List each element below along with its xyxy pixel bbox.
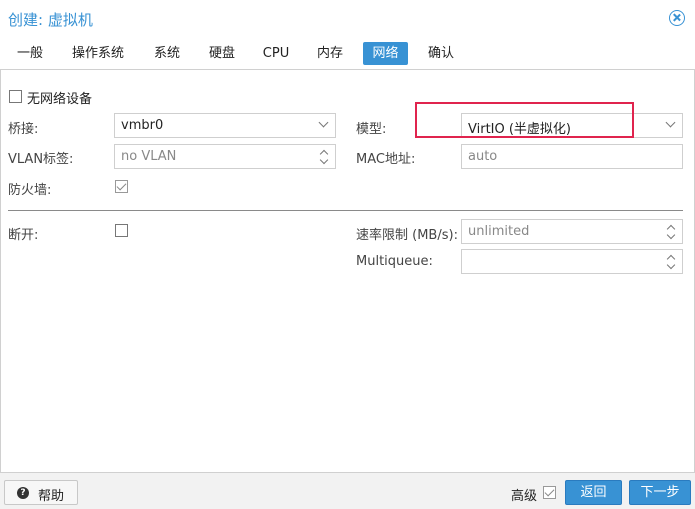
- tab-disk[interactable]: 硬盘: [201, 42, 243, 65]
- section-divider: [8, 210, 683, 211]
- rate-limit-label: 速率限制 (MB/s):: [356, 228, 458, 243]
- advanced-checkbox[interactable]: [543, 486, 556, 499]
- tab-os[interactable]: 操作系统: [64, 42, 132, 65]
- disconnect-label: 断开:: [8, 228, 39, 243]
- mac-label: MAC地址:: [356, 152, 416, 167]
- firewall-checkbox[interactable]: [115, 180, 128, 193]
- footer-bar: ? 帮助 高级 返回 下一步: [0, 472, 695, 509]
- rate-limit-value: unlimited: [468, 224, 530, 239]
- mac-value: auto: [468, 149, 498, 164]
- multiqueue-label: Multiqueue:: [356, 254, 433, 269]
- tab-general[interactable]: 一般: [10, 42, 50, 65]
- no-network-label: 无网络设备: [27, 92, 93, 107]
- bridge-value: vmbr0: [121, 118, 164, 133]
- model-label: 模型:: [356, 122, 387, 137]
- back-button[interactable]: 返回: [565, 480, 622, 505]
- tab-memory[interactable]: 内存: [309, 42, 351, 65]
- tab-confirm[interactable]: 确认: [420, 42, 462, 65]
- spinner-icon[interactable]: [666, 223, 676, 241]
- question-circle-icon: ?: [17, 487, 29, 499]
- next-button[interactable]: 下一步: [629, 480, 691, 505]
- window-title: 创建: 虚拟机: [8, 11, 93, 29]
- rate-limit-input[interactable]: unlimited: [461, 219, 683, 244]
- model-highlight-box: [415, 102, 634, 138]
- disconnect-checkbox[interactable]: [115, 224, 128, 237]
- close-icon[interactable]: [669, 10, 685, 26]
- vlan-input[interactable]: no VLAN: [114, 144, 336, 169]
- tab-system[interactable]: 系统: [146, 42, 188, 65]
- vlan-label: VLAN标签:: [8, 152, 74, 167]
- spinner-icon[interactable]: [666, 253, 676, 271]
- vlan-value: no VLAN: [121, 149, 177, 164]
- help-button[interactable]: ? 帮助: [4, 480, 78, 505]
- title-bar: 创建: 虚拟机: [0, 0, 695, 36]
- bridge-label: 桥接:: [8, 122, 39, 137]
- chevron-down-icon: [318, 117, 329, 128]
- tab-cpu[interactable]: CPU: [256, 42, 296, 65]
- chevron-down-icon: [665, 117, 676, 128]
- spinner-icon[interactable]: [319, 148, 329, 166]
- mac-input[interactable]: auto: [461, 144, 683, 169]
- tab-network[interactable]: 网络: [363, 42, 408, 65]
- multiqueue-input[interactable]: [461, 249, 683, 274]
- no-network-checkbox[interactable]: [9, 90, 22, 103]
- tab-bar: 一般 操作系统 系统 硬盘 CPU 内存 网络 确认: [0, 36, 695, 70]
- help-label: 帮助: [38, 489, 65, 504]
- firewall-label: 防火墙:: [8, 183, 52, 198]
- bridge-select[interactable]: vmbr0: [114, 113, 336, 138]
- advanced-label: 高级: [511, 489, 538, 504]
